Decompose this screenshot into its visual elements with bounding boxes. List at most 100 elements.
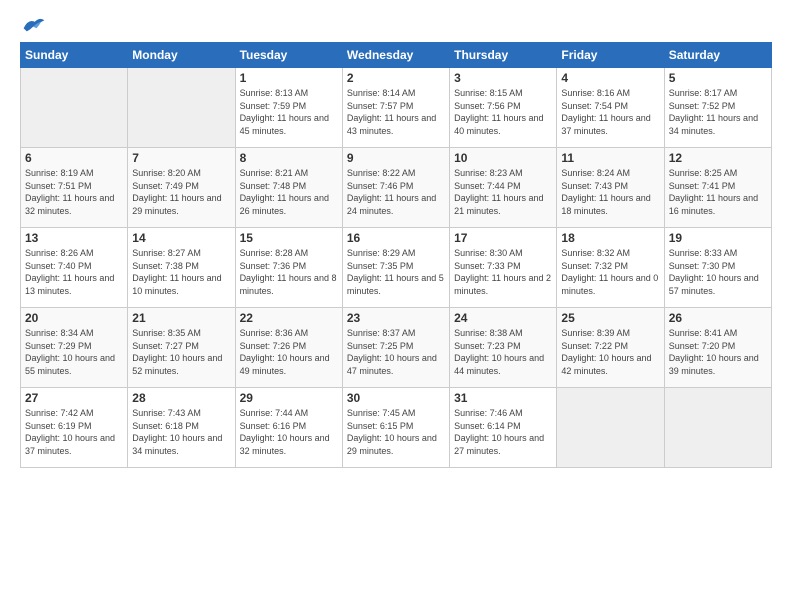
day-info: Sunrise: 8:35 AM Sunset: 7:27 PM Dayligh… bbox=[132, 327, 230, 377]
day-number: 25 bbox=[561, 311, 659, 325]
logo-bird-icon bbox=[22, 16, 46, 34]
day-number: 6 bbox=[25, 151, 123, 165]
calendar-cell: 25 Sunrise: 8:39 AM Sunset: 7:22 PM Dayli… bbox=[557, 308, 664, 388]
day-number: 7 bbox=[132, 151, 230, 165]
calendar-cell: 15 Sunrise: 8:28 AM Sunset: 7:36 PM Dayli… bbox=[235, 228, 342, 308]
day-info: Sunrise: 8:28 AM Sunset: 7:36 PM Dayligh… bbox=[240, 247, 338, 297]
day-info: Sunrise: 8:16 AM Sunset: 7:54 PM Dayligh… bbox=[561, 87, 659, 137]
day-number: 13 bbox=[25, 231, 123, 245]
day-number: 10 bbox=[454, 151, 552, 165]
header-day-sunday: Sunday bbox=[21, 43, 128, 68]
day-number: 8 bbox=[240, 151, 338, 165]
calendar-week-3: 13 Sunrise: 8:26 AM Sunset: 7:40 PM Dayli… bbox=[21, 228, 772, 308]
day-number: 30 bbox=[347, 391, 445, 405]
calendar-cell: 16 Sunrise: 8:29 AM Sunset: 7:35 PM Dayli… bbox=[342, 228, 449, 308]
day-info: Sunrise: 8:17 AM Sunset: 7:52 PM Dayligh… bbox=[669, 87, 767, 137]
calendar-cell: 23Sunrise: 8:37 AM Sunset: 7:25 PM Dayli… bbox=[342, 308, 449, 388]
calendar-week-4: 20 Sunrise: 8:34 AM Sunset: 7:29 PM Dayli… bbox=[21, 308, 772, 388]
day-number: 11 bbox=[561, 151, 659, 165]
day-number: 18 bbox=[561, 231, 659, 245]
day-info: Sunrise: 8:19 AM Sunset: 7:51 PM Dayligh… bbox=[25, 167, 123, 217]
day-number: 2 bbox=[347, 71, 445, 85]
calendar-cell: 14Sunrise: 8:27 AM Sunset: 7:38 PM Dayli… bbox=[128, 228, 235, 308]
day-info: Sunrise: 8:23 AM Sunset: 7:44 PM Dayligh… bbox=[454, 167, 552, 217]
day-number: 1 bbox=[240, 71, 338, 85]
calendar-cell bbox=[557, 388, 664, 468]
day-info: Sunrise: 8:39 AM Sunset: 7:22 PM Dayligh… bbox=[561, 327, 659, 377]
day-number: 20 bbox=[25, 311, 123, 325]
logo bbox=[20, 16, 46, 36]
calendar-cell: 17Sunrise: 8:30 AM Sunset: 7:33 PM Dayli… bbox=[450, 228, 557, 308]
day-number: 22 bbox=[240, 311, 338, 325]
calendar-cell: 19 Sunrise: 8:33 AM Sunset: 7:30 PM Dayli… bbox=[664, 228, 771, 308]
calendar-cell: 24 Sunrise: 8:38 AM Sunset: 7:23 PM Dayli… bbox=[450, 308, 557, 388]
calendar-cell: 30 Sunrise: 7:45 AM Sunset: 6:15 PM Dayli… bbox=[342, 388, 449, 468]
header-day-thursday: Thursday bbox=[450, 43, 557, 68]
calendar-table: SundayMondayTuesdayWednesdayThursdayFrid… bbox=[20, 42, 772, 468]
calendar-cell: 29 Sunrise: 7:44 AM Sunset: 6:16 PM Dayli… bbox=[235, 388, 342, 468]
day-info: Sunrise: 7:42 AM Sunset: 6:19 PM Dayligh… bbox=[25, 407, 123, 457]
day-info: Sunrise: 8:32 AM Sunset: 7:32 PM Dayligh… bbox=[561, 247, 659, 297]
day-number: 14 bbox=[132, 231, 230, 245]
day-info: Sunrise: 8:34 AM Sunset: 7:29 PM Dayligh… bbox=[25, 327, 123, 377]
day-number: 9 bbox=[347, 151, 445, 165]
day-number: 29 bbox=[240, 391, 338, 405]
day-number: 27 bbox=[25, 391, 123, 405]
day-number: 16 bbox=[347, 231, 445, 245]
day-info: Sunrise: 7:46 AM Sunset: 6:14 PM Dayligh… bbox=[454, 407, 552, 457]
calendar-cell: 21 Sunrise: 8:35 AM Sunset: 7:27 PM Dayli… bbox=[128, 308, 235, 388]
header-day-wednesday: Wednesday bbox=[342, 43, 449, 68]
day-number: 3 bbox=[454, 71, 552, 85]
header-day-saturday: Saturday bbox=[664, 43, 771, 68]
day-number: 12 bbox=[669, 151, 767, 165]
calendar-cell: 2 Sunrise: 8:14 AM Sunset: 7:57 PM Daylig… bbox=[342, 68, 449, 148]
calendar-cell: 13 Sunrise: 8:26 AM Sunset: 7:40 PM Dayli… bbox=[21, 228, 128, 308]
header-day-friday: Friday bbox=[557, 43, 664, 68]
day-number: 5 bbox=[669, 71, 767, 85]
calendar-cell: 6 Sunrise: 8:19 AM Sunset: 7:51 PM Daylig… bbox=[21, 148, 128, 228]
calendar-cell: 22 Sunrise: 8:36 AM Sunset: 7:26 PM Dayli… bbox=[235, 308, 342, 388]
calendar-cell bbox=[21, 68, 128, 148]
calendar-week-1: 1Sunrise: 8:13 AM Sunset: 7:59 PM Daylig… bbox=[21, 68, 772, 148]
day-info: Sunrise: 8:14 AM Sunset: 7:57 PM Dayligh… bbox=[347, 87, 445, 137]
calendar-cell bbox=[664, 388, 771, 468]
day-info: Sunrise: 8:15 AM Sunset: 7:56 PM Dayligh… bbox=[454, 87, 552, 137]
day-info: Sunrise: 8:21 AM Sunset: 7:48 PM Dayligh… bbox=[240, 167, 338, 217]
calendar-cell: 12 Sunrise: 8:25 AM Sunset: 7:41 PM Dayli… bbox=[664, 148, 771, 228]
day-info: Sunrise: 8:36 AM Sunset: 7:26 PM Dayligh… bbox=[240, 327, 338, 377]
calendar-cell: 10 Sunrise: 8:23 AM Sunset: 7:44 PM Dayli… bbox=[450, 148, 557, 228]
calendar-week-5: 27 Sunrise: 7:42 AM Sunset: 6:19 PM Dayli… bbox=[21, 388, 772, 468]
calendar-cell: 31 Sunrise: 7:46 AM Sunset: 6:14 PM Dayli… bbox=[450, 388, 557, 468]
calendar-cell: 8 Sunrise: 8:21 AM Sunset: 7:48 PM Daylig… bbox=[235, 148, 342, 228]
calendar-cell: 26 Sunrise: 8:41 AM Sunset: 7:20 PM Dayli… bbox=[664, 308, 771, 388]
day-info: Sunrise: 8:41 AM Sunset: 7:20 PM Dayligh… bbox=[669, 327, 767, 377]
calendar-cell: 3 Sunrise: 8:15 AM Sunset: 7:56 PM Daylig… bbox=[450, 68, 557, 148]
day-info: Sunrise: 8:22 AM Sunset: 7:46 PM Dayligh… bbox=[347, 167, 445, 217]
day-info: Sunrise: 7:43 AM Sunset: 6:18 PM Dayligh… bbox=[132, 407, 230, 457]
calendar-cell: 9 Sunrise: 8:22 AM Sunset: 7:46 PM Daylig… bbox=[342, 148, 449, 228]
day-number: 31 bbox=[454, 391, 552, 405]
day-info: Sunrise: 7:45 AM Sunset: 6:15 PM Dayligh… bbox=[347, 407, 445, 457]
day-number: 24 bbox=[454, 311, 552, 325]
calendar-cell: 7 Sunrise: 8:20 AM Sunset: 7:49 PM Daylig… bbox=[128, 148, 235, 228]
day-number: 15 bbox=[240, 231, 338, 245]
day-info: Sunrise: 8:24 AM Sunset: 7:43 PM Dayligh… bbox=[561, 167, 659, 217]
day-info: Sunrise: 8:33 AM Sunset: 7:30 PM Dayligh… bbox=[669, 247, 767, 297]
day-info: Sunrise: 8:29 AM Sunset: 7:35 PM Dayligh… bbox=[347, 247, 445, 297]
header-day-tuesday: Tuesday bbox=[235, 43, 342, 68]
day-info: Sunrise: 8:20 AM Sunset: 7:49 PM Dayligh… bbox=[132, 167, 230, 217]
day-info: Sunrise: 8:26 AM Sunset: 7:40 PM Dayligh… bbox=[25, 247, 123, 297]
calendar-cell: 1Sunrise: 8:13 AM Sunset: 7:59 PM Daylig… bbox=[235, 68, 342, 148]
calendar-cell: 28 Sunrise: 7:43 AM Sunset: 6:18 PM Dayli… bbox=[128, 388, 235, 468]
day-number: 26 bbox=[669, 311, 767, 325]
day-info: Sunrise: 8:25 AM Sunset: 7:41 PM Dayligh… bbox=[669, 167, 767, 217]
day-number: 28 bbox=[132, 391, 230, 405]
calendar-cell bbox=[128, 68, 235, 148]
day-number: 21 bbox=[132, 311, 230, 325]
calendar-cell: 4Sunrise: 8:16 AM Sunset: 7:54 PM Daylig… bbox=[557, 68, 664, 148]
calendar-week-2: 6 Sunrise: 8:19 AM Sunset: 7:51 PM Daylig… bbox=[21, 148, 772, 228]
day-info: Sunrise: 8:38 AM Sunset: 7:23 PM Dayligh… bbox=[454, 327, 552, 377]
day-number: 19 bbox=[669, 231, 767, 245]
calendar-cell: 5 Sunrise: 8:17 AM Sunset: 7:52 PM Daylig… bbox=[664, 68, 771, 148]
day-info: Sunrise: 7:44 AM Sunset: 6:16 PM Dayligh… bbox=[240, 407, 338, 457]
